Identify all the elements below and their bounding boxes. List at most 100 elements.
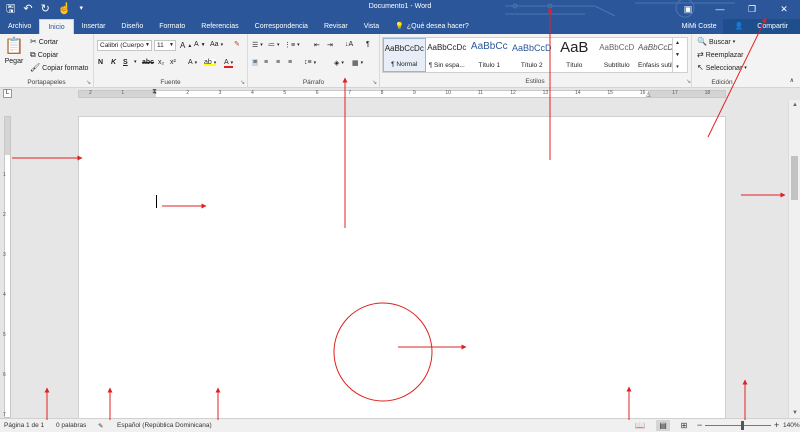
close-icon[interactable]: ✕ xyxy=(768,0,800,18)
grow-font-button[interactable]: A ▲ xyxy=(180,41,192,50)
find-button[interactable]: 🔍 Buscar ▾ xyxy=(697,38,735,46)
highlight-icon[interactable]: ab ▾ xyxy=(204,59,217,66)
tab-archivo[interactable]: Archivo xyxy=(0,19,39,34)
vruler-number: 3 xyxy=(3,252,6,258)
change-case-button[interactable]: Aa ▾ xyxy=(210,41,223,48)
format-painter-button[interactable]: 🖌 Copiar formato xyxy=(30,64,88,72)
chevron-up-icon[interactable]: ▲ xyxy=(789,100,800,110)
tab-formato[interactable]: Formato xyxy=(151,19,193,34)
show-marks-button[interactable]: ¶ xyxy=(366,41,370,48)
multilevel-list-icon[interactable]: ⋮≡ ▾ xyxy=(284,41,300,49)
collapse-ribbon-icon[interactable]: ∧ xyxy=(790,77,794,84)
replace-button[interactable]: ⇄ Reemplazar xyxy=(697,51,743,59)
zoom-in-icon[interactable]: + xyxy=(774,420,779,430)
bullets-icon[interactable]: ☰ ▾ xyxy=(252,41,263,49)
horizontal-ruler[interactable]: L 2 1 1 2 3 4 5 6 7 8 9 10 11 12 13 14 15 16 17 18 ⧗ △ xyxy=(0,88,800,100)
zoom-out-icon[interactable]: − xyxy=(697,420,702,430)
page-count[interactable]: Página 1 de 1 xyxy=(4,422,44,429)
line-spacing-icon[interactable]: ↕≡ ▾ xyxy=(304,59,316,66)
tab-selector-icon[interactable]: L xyxy=(3,89,12,98)
sort-icon[interactable]: ↓A xyxy=(345,41,353,48)
tab-correspondencia[interactable]: Correspondencia xyxy=(247,19,316,34)
style-heading-2[interactable]: AaBbCcD Título 2 xyxy=(511,38,554,72)
right-indent-marker-icon[interactable]: △ xyxy=(646,91,651,98)
tab-vista[interactable]: Vista xyxy=(356,19,387,34)
proofing-icon[interactable]: ✎ xyxy=(98,422,103,430)
font-color-icon[interactable]: A ▾ xyxy=(224,59,234,68)
copy-label: Copiar xyxy=(37,51,59,59)
ruler-number: 17 xyxy=(672,90,678,96)
shrink-font-button[interactable]: A ▼ xyxy=(194,41,206,48)
italic-button[interactable]: K xyxy=(111,59,116,66)
bold-button[interactable]: N xyxy=(98,59,103,66)
ribbon-display-icon[interactable]: ▣ xyxy=(672,0,704,18)
align-center-icon[interactable]: ≡ xyxy=(264,59,268,66)
style-subtle-emphasis[interactable]: AaBbCcDc Énfasis sutil xyxy=(638,38,672,72)
gallery-scroll[interactable]: ▲ ▼ ▾ xyxy=(672,38,682,72)
font-size-combo[interactable]: 11 ▼ xyxy=(154,40,176,51)
tab-diseno[interactable]: Diseño xyxy=(113,19,151,34)
language-status[interactable]: Español (República Dominicana) xyxy=(117,422,212,429)
indent-marker-icon[interactable]: ⧗ xyxy=(152,88,157,96)
underline-button[interactable]: S xyxy=(123,59,128,66)
vertical-scrollbar[interactable]: ▲ ▼ xyxy=(788,100,800,418)
restore-icon[interactable]: ❐ xyxy=(736,0,768,18)
share-button[interactable]: 👤 Compartir xyxy=(722,18,800,35)
editing-group: 🔍 Buscar ▾ ⇄ Reemplazar ↖ Seleccionar ▾ … xyxy=(692,34,752,88)
chevron-down-icon[interactable]: ▼ xyxy=(789,408,800,418)
align-right-icon[interactable]: ≡ xyxy=(276,59,280,66)
underline-dropdown-icon[interactable]: ▾ xyxy=(134,59,137,65)
chevron-down-icon[interactable]: ▼ xyxy=(675,52,680,58)
align-left-icon[interactable]: ≡ xyxy=(252,59,259,66)
document-page[interactable] xyxy=(78,116,726,418)
document-area[interactable] xyxy=(14,100,788,418)
read-mode-icon[interactable]: 📖 xyxy=(633,420,647,431)
text-effects-icon[interactable]: A ▾ xyxy=(188,59,197,66)
scroll-thumb[interactable] xyxy=(791,156,798,200)
style-title[interactable]: AaB Título xyxy=(553,38,596,72)
copy-icon: ⧉ xyxy=(30,50,36,59)
subscript-button[interactable]: x₂ xyxy=(158,59,164,66)
vertical-ruler[interactable]: 1234567 xyxy=(2,100,12,418)
ruler-track[interactable]: 2 1 1 2 3 4 5 6 7 8 9 10 11 12 13 14 15 16 17 18 xyxy=(78,90,726,98)
paste-button[interactable]: 📋 Pegar xyxy=(4,38,24,65)
chevron-up-icon[interactable]: ▲ xyxy=(675,40,680,46)
clear-format-icon[interactable]: ✎ xyxy=(234,40,240,48)
numbering-icon[interactable]: ≔ ▾ xyxy=(268,41,280,49)
tab-insertar[interactable]: Insertar xyxy=(74,19,114,34)
style-no-spacing[interactable]: AaBbCcDc ¶ Sin espa... xyxy=(426,38,469,72)
zoom-slider-thumb[interactable] xyxy=(741,421,744,430)
print-layout-icon[interactable]: ▤ xyxy=(656,420,670,431)
user-name[interactable]: MiMi Coste xyxy=(676,23,723,30)
dialog-launcher-icon[interactable]: ↘ xyxy=(686,78,691,85)
dialog-launcher-icon[interactable]: ↘ xyxy=(86,79,91,86)
style-name: Subtítulo xyxy=(603,62,630,69)
ruler-number: 12 xyxy=(510,90,516,96)
tab-referencias[interactable]: Referencias xyxy=(193,19,246,34)
style-subtitle[interactable]: AaBbCcD Subtítulo xyxy=(596,38,639,72)
copy-button[interactable]: ⧉ Copiar xyxy=(30,51,58,59)
zoom-slider[interactable] xyxy=(705,425,771,426)
superscript-button[interactable]: x² xyxy=(170,59,176,66)
tell-me-box[interactable]: 💡 ¿Qué desea hacer? xyxy=(387,19,477,34)
decrease-indent-icon[interactable]: ⇤ xyxy=(314,41,320,49)
justify-icon[interactable]: ≡ xyxy=(288,59,292,66)
gallery-more-icon[interactable]: ▾ xyxy=(676,64,679,70)
strikethrough-button[interactable]: abc xyxy=(142,59,154,66)
word-count[interactable]: 0 palabras xyxy=(56,422,86,429)
style-normal[interactable]: AaBbCcDc ¶ Normal xyxy=(383,38,426,72)
tab-revisar[interactable]: Revisar xyxy=(316,19,356,34)
style-heading-1[interactable]: AaBbCc Título 1 xyxy=(468,38,511,72)
shading-icon[interactable]: ◈ ▾ xyxy=(334,59,344,67)
increase-indent-icon[interactable]: ⇥ xyxy=(327,41,333,49)
borders-icon[interactable]: ▦ ▾ xyxy=(352,59,363,67)
tab-inicio[interactable]: Inicio xyxy=(39,19,74,34)
web-layout-icon[interactable]: ⊞ xyxy=(677,420,691,431)
font-name-combo[interactable]: Calibri (Cuerpo ▼ xyxy=(97,40,152,51)
cut-button[interactable]: ✂ Cortar xyxy=(30,38,58,46)
minimize-icon[interactable]: — xyxy=(704,0,736,18)
dialog-launcher-icon[interactable]: ↘ xyxy=(240,79,245,86)
select-button[interactable]: ↖ Seleccionar ▾ xyxy=(697,64,747,72)
dialog-launcher-icon[interactable]: ↘ xyxy=(372,79,377,86)
zoom-level[interactable]: 140% xyxy=(783,422,800,429)
